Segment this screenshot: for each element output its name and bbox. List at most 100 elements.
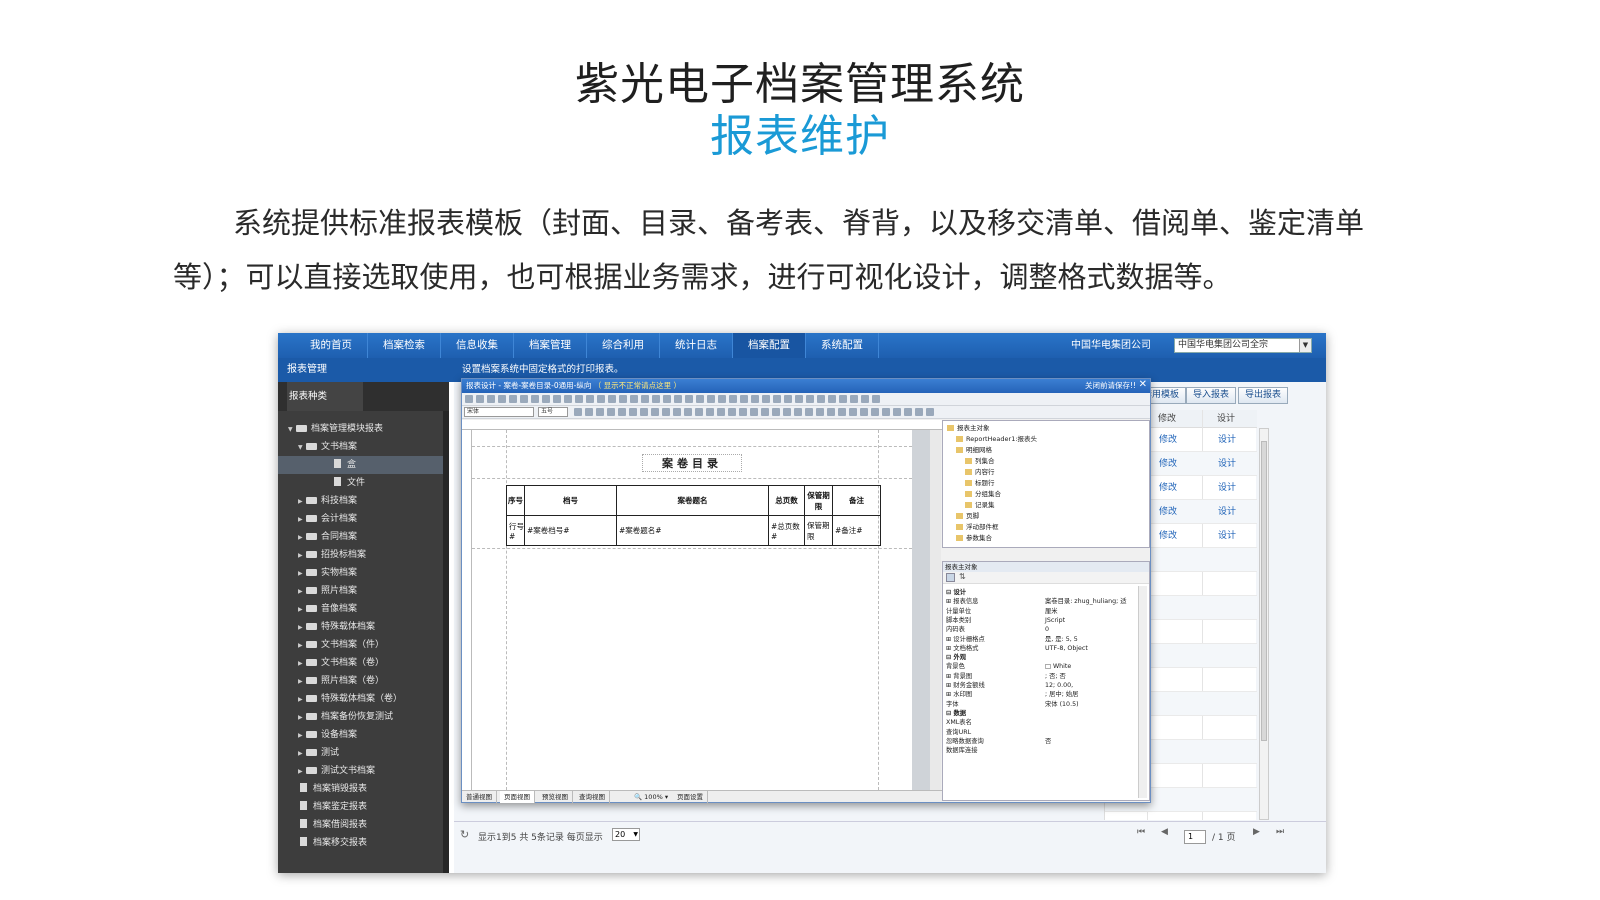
caret-right-icon[interactable]: ▶	[298, 583, 306, 601]
toolbar-tool-icon[interactable]	[696, 395, 704, 403]
view-tab[interactable]: 普通视图	[462, 791, 497, 803]
property-row[interactable]: 数据库连接	[943, 746, 1137, 755]
toolbar-tool-icon[interactable]	[817, 395, 825, 403]
toolbar-format-icon[interactable]	[871, 408, 879, 416]
display-fix-link[interactable]: （ 显示不正常请点这里 ）	[594, 381, 681, 390]
toolbar-format-icon[interactable]	[607, 408, 615, 416]
property-row[interactable]: 内码表 0	[943, 625, 1137, 634]
nav-item[interactable]: 综合利用	[587, 333, 660, 358]
toolbar-tool-icon[interactable]	[773, 395, 781, 403]
toolbar-tool-icon[interactable]	[784, 395, 792, 403]
edit-link[interactable]: 修改	[1159, 452, 1177, 476]
caret-right-icon[interactable]: ▶	[298, 709, 306, 727]
toolbar-tool-icon[interactable]	[641, 395, 649, 403]
sidebar-tree-item[interactable]: ▶ 照片档案（卷）	[278, 672, 443, 690]
nav-item[interactable]: 档案管理	[514, 333, 587, 358]
chevron-down-icon[interactable]: ▼	[1299, 339, 1311, 352]
sidebar-tree-item[interactable]: ▶ 会计档案	[278, 510, 443, 528]
toolbar-format-icon[interactable]	[662, 408, 670, 416]
property-row[interactable]: 字体 宋体 (10.5)	[943, 700, 1137, 709]
scrollbar-thumb[interactable]	[1261, 441, 1267, 741]
report-field-cell[interactable]: 保管期限	[804, 515, 833, 546]
property-row[interactable]: 查询URL	[943, 728, 1137, 737]
toolbar-format-icon[interactable]	[574, 408, 582, 416]
toolbar-format-icon[interactable]	[783, 408, 791, 416]
sidebar-tree-item[interactable]: ▶ 实物档案	[278, 564, 443, 582]
toolbar-format-icon[interactable]	[805, 408, 813, 416]
toolbar-tool-icon[interactable]	[806, 395, 814, 403]
toolbar-format-icon[interactable]	[728, 408, 736, 416]
canvas-scrollbar[interactable]	[912, 430, 930, 790]
property-row[interactable]: ⊟ 外观	[943, 653, 1137, 662]
property-row[interactable]: ⊞ 设计栅格点 是, 是: 5, 5	[943, 635, 1137, 644]
property-panel-header[interactable]: 报表主对象	[943, 562, 1149, 572]
property-scrollbar[interactable]	[1138, 586, 1147, 798]
sidebar-tree-item[interactable]: ▶ 测试	[278, 744, 443, 762]
toolbar-tool-icon[interactable]	[707, 395, 715, 403]
sidebar-tree-item[interactable]: ▶ 测试文书档案	[278, 762, 443, 780]
nav-item[interactable]: 档案配置	[733, 333, 806, 358]
toolbar-format-icon[interactable]	[673, 408, 681, 416]
sidebar-tree-item[interactable]: ▶ 照片档案	[278, 582, 443, 600]
sidebar-tree-item[interactable]: 档案移交报表	[278, 834, 443, 852]
toolbar-tool-icon[interactable]	[575, 395, 583, 403]
caret-right-icon[interactable]: ▶	[298, 673, 306, 691]
toolbar-tool-icon[interactable]	[531, 395, 539, 403]
property-row[interactable]: 忽略数据查询 否	[943, 737, 1137, 746]
page-number-input[interactable]: 1	[1184, 830, 1206, 844]
object-tree-item[interactable]: 浮动部件框	[956, 522, 999, 532]
toolbar-tool-icon[interactable]	[597, 395, 605, 403]
toolbar-format-icon[interactable]	[739, 408, 747, 416]
view-tab[interactable]: 页面设置	[673, 791, 708, 803]
nav-item[interactable]: 我的首页	[295, 333, 368, 358]
object-tree-item[interactable]: 内容行	[965, 467, 995, 477]
toolbar-tool-icon[interactable]	[740, 395, 748, 403]
edit-link[interactable]: 修改	[1159, 500, 1177, 524]
toolbar-tool-icon[interactable]	[751, 395, 759, 403]
nav-item[interactable]: 信息收集	[441, 333, 514, 358]
refresh-icon[interactable]: ↻	[460, 828, 469, 841]
object-tree-item[interactable]: 参数集合	[956, 533, 992, 543]
sidebar-tree-item[interactable]: ▼ 档案管理模块报表	[278, 420, 443, 438]
caret-right-icon[interactable]: ▶	[298, 565, 306, 583]
toolbar-format-icon[interactable]	[651, 408, 659, 416]
toolbar-format-icon[interactable]	[860, 408, 868, 416]
toolbar-format-icon[interactable]	[827, 408, 835, 416]
toolbar-tool-icon[interactable]	[465, 395, 473, 403]
toolbar-format-icon[interactable]	[893, 408, 901, 416]
toolbar-tool-icon[interactable]	[553, 395, 561, 403]
canvas-scrollbar-secondary[interactable]	[930, 430, 941, 790]
object-tree-item[interactable]: 报表主对象	[947, 423, 990, 433]
toolbar-tool-icon[interactable]	[619, 395, 627, 403]
property-row[interactable]: ⊞ 背景图 ; 否; 否	[943, 672, 1137, 681]
toolbar-tool-icon[interactable]	[564, 395, 572, 403]
edit-link[interactable]: 修改	[1159, 428, 1177, 452]
toolbar-tool-icon[interactable]	[542, 395, 550, 403]
page-size-select[interactable]: 20 ▼	[612, 828, 640, 841]
report-header-cell[interactable]: 案卷题名	[616, 485, 769, 516]
toolbar-tool-icon[interactable]	[630, 395, 638, 403]
sidebar-tree-item[interactable]: ▶ 文书档案（卷）	[278, 654, 443, 672]
sidebar-tree-item[interactable]: 档案鉴定报表	[278, 798, 443, 816]
toolbar-tool-icon[interactable]	[795, 395, 803, 403]
view-tab[interactable]: 预览视图	[538, 791, 573, 803]
edit-link[interactable]: 修改	[1159, 524, 1177, 548]
toolbar-format-icon[interactable]	[794, 408, 802, 416]
property-row[interactable]: 计量单位 厘米	[943, 607, 1137, 616]
export-report-button[interactable]: 导出报表	[1238, 387, 1289, 404]
caret-right-icon[interactable]: ▶	[298, 655, 306, 673]
toolbar-tool-icon[interactable]	[861, 395, 869, 403]
import-report-button[interactable]: 导入报表	[1186, 387, 1237, 404]
sidebar-tree-item[interactable]: ▶ 文书档案（件）	[278, 636, 443, 654]
toolbar-format-icon[interactable]	[706, 408, 714, 416]
sidebar-tree-item[interactable]: ▶ 设备档案	[278, 726, 443, 744]
toolbar-tool-icon[interactable]	[718, 395, 726, 403]
design-link[interactable]: 设计	[1218, 524, 1236, 548]
nav-item[interactable]: 档案检索	[368, 333, 441, 358]
design-link[interactable]: 设计	[1218, 452, 1236, 476]
first-page-icon[interactable]: ⏮	[1137, 827, 1145, 837]
caret-right-icon[interactable]: ▶	[298, 547, 306, 565]
sidebar-tree-item[interactable]: 档案销毁报表	[278, 780, 443, 798]
report-header-cell[interactable]: 备注	[832, 485, 881, 516]
sidebar-tree-item[interactable]: ▶ 特殊载体档案	[278, 618, 443, 636]
